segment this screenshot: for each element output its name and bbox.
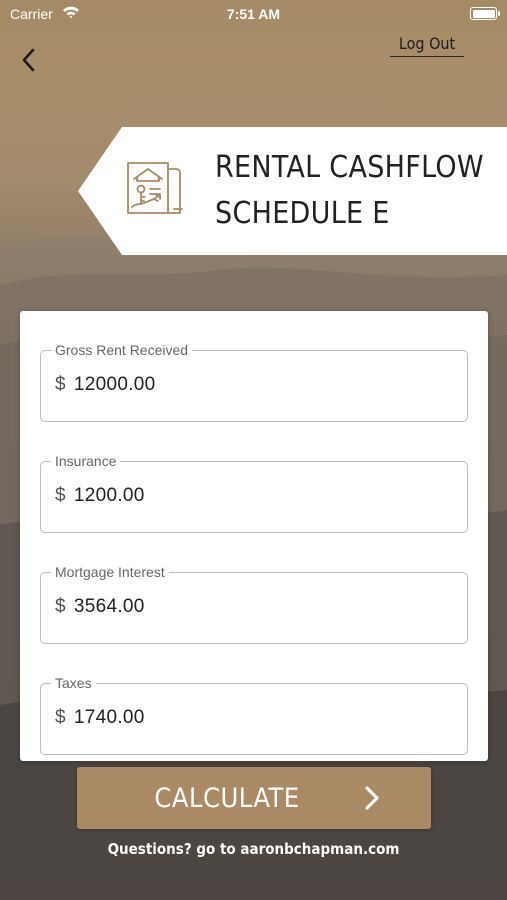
- taxes-field[interactable]: Taxes $1740.00: [40, 675, 468, 755]
- currency-symbol: $: [55, 485, 66, 506]
- insurance-label: Insurance: [51, 453, 121, 469]
- currency-symbol: $: [55, 707, 66, 728]
- title-banner: RENTAL CASHFLOW SCHEDULE E: [78, 127, 507, 255]
- back-button[interactable]: [17, 46, 41, 74]
- battery-icon: [470, 7, 500, 20]
- form-card: Gross Rent Received $12000.00 Insurance …: [20, 311, 488, 761]
- mortgage-interest-value[interactable]: 3564.00: [74, 596, 145, 617]
- calculate-button[interactable]: CALCULATE: [77, 767, 431, 829]
- currency-symbol: $: [55, 596, 66, 617]
- chevron-right-icon: [365, 786, 379, 810]
- insurance-value[interactable]: 1200.00: [74, 485, 145, 506]
- logout-button[interactable]: Log Out: [390, 34, 464, 57]
- clock: 7:51 AM: [226, 6, 281, 22]
- footer-link[interactable]: Questions? go to aaronbchapman.com: [0, 840, 507, 858]
- gross-rent-label: Gross Rent Received: [51, 342, 193, 358]
- gross-rent-field[interactable]: Gross Rent Received $12000.00: [40, 342, 468, 422]
- status-bar: Carrier 7:51 AM: [0, 0, 507, 30]
- insurance-field[interactable]: Insurance $1200.00: [40, 453, 468, 533]
- insurance-input[interactable]: $1200.00: [55, 485, 145, 507]
- gross-rent-input[interactable]: $12000.00: [55, 374, 156, 396]
- calculate-label: CALCULATE: [154, 783, 300, 814]
- taxes-label: Taxes: [51, 675, 96, 691]
- taxes-value[interactable]: 1740.00: [74, 707, 145, 728]
- page-title: RENTAL CASHFLOW SCHEDULE E: [215, 145, 495, 237]
- page-title-line1: RENTAL CASHFLOW: [215, 150, 484, 185]
- taxes-input[interactable]: $1740.00: [55, 707, 145, 729]
- gross-rent-value[interactable]: 12000.00: [74, 374, 156, 395]
- mortgage-interest-field[interactable]: Mortgage Interest $3564.00: [40, 564, 468, 644]
- mortgage-interest-label: Mortgage Interest: [51, 564, 169, 580]
- mortgage-interest-input[interactable]: $3564.00: [55, 596, 145, 618]
- page-title-line2: SCHEDULE E: [215, 196, 390, 231]
- currency-symbol: $: [55, 374, 66, 395]
- house-document-icon: [127, 162, 183, 214]
